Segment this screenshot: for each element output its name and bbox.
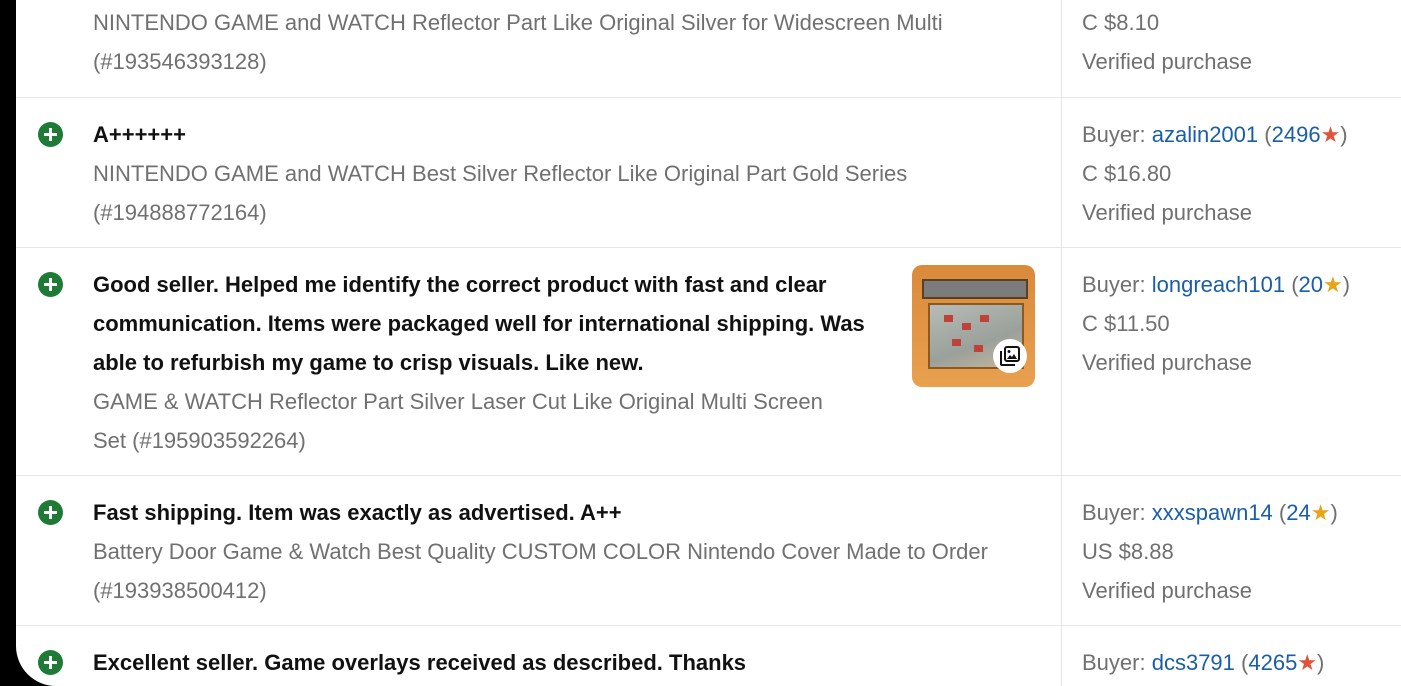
score-open: ( (1264, 122, 1272, 147)
row-divider (16, 247, 1401, 248)
item-number: (#193938500412) (93, 578, 267, 603)
buyer-name-link[interactable]: dcs3791 (1152, 650, 1235, 675)
feedback-comment: A++++++ (93, 122, 186, 147)
buyer-label: Buyer: (1082, 272, 1146, 297)
item-title[interactable]: GAME & WATCH Reflector Part Silver Laser… (93, 382, 823, 421)
feedback-comment: able to refurbish my game to crisp visua… (93, 350, 644, 375)
positive-feedback-icon (38, 272, 63, 297)
item-number: (#193546393128) (93, 49, 267, 74)
buyer-name-link[interactable]: xxxspawn14 (1152, 500, 1273, 525)
verified-purchase: Verified purchase (1082, 200, 1252, 225)
photo-gallery-icon[interactable] (993, 339, 1027, 373)
buyer-score-link[interactable]: 20 (1299, 272, 1323, 297)
row-divider (16, 97, 1401, 98)
row-divider (16, 475, 1401, 476)
item-title[interactable]: NINTENDO GAME and WATCH Best Silver Refl… (93, 154, 907, 193)
item-title[interactable]: NINTENDO GAME and WATCH Reflector Part L… (93, 3, 943, 42)
verified-purchase: Verified purchase (1082, 578, 1252, 603)
buyer-label: Buyer: (1082, 650, 1146, 675)
thumbnail-detail (922, 279, 1028, 299)
feedback-comment: Excellent seller. Game overlays received… (93, 650, 747, 675)
star-icon: ★ (1297, 650, 1318, 675)
buyer-name-link[interactable]: longreach101 (1152, 272, 1285, 297)
buyer-name-link[interactable]: azalin2001 (1152, 122, 1258, 147)
star-icon: ★ (1323, 272, 1343, 297)
feedback-comment: Good seller. Helped me identify the corr… (93, 272, 827, 297)
positive-feedback-icon (38, 500, 63, 525)
column-divider (1061, 0, 1062, 686)
score-close: ) (1330, 500, 1338, 525)
score-close: ) (1340, 122, 1348, 147)
positive-feedback-icon (38, 650, 63, 675)
feedback-photo-thumbnail[interactable] (912, 265, 1035, 387)
item-number: (#194888772164) (93, 200, 267, 225)
feedback-comment: communication. Items were packaged well … (93, 311, 865, 336)
price: C $8.10 (1082, 10, 1160, 35)
score-close: ) (1342, 272, 1351, 297)
item-title[interactable]: Battery Door Game & Watch Best Quality C… (93, 532, 988, 571)
verified-purchase: Verified purchase (1082, 350, 1252, 375)
positive-feedback-icon (38, 122, 63, 147)
buyer-info: Buyer: longreach101 (20★) (1082, 265, 1350, 304)
star-icon: ★ (1320, 122, 1341, 147)
buyer-score-link[interactable]: 24 (1286, 500, 1310, 525)
item-number: Set (#195903592264) (93, 428, 306, 453)
buyer-info: Buyer: azalin2001 (2496★) (1082, 115, 1348, 154)
price: C $16.80 (1082, 161, 1172, 186)
score-close: ) (1317, 650, 1325, 675)
buyer-score-link[interactable]: 4265 (1248, 650, 1297, 675)
buyer-label: Buyer: (1082, 122, 1146, 147)
feedback-comment: Fast shipping. Item was exactly as adver… (93, 500, 622, 525)
price: US $8.88 (1082, 539, 1174, 564)
verified-purchase: Verified purchase (1082, 49, 1252, 74)
row-divider (16, 625, 1401, 626)
score-open: ( (1291, 272, 1299, 297)
buyer-label: Buyer: (1082, 500, 1146, 525)
buyer-info: Buyer: xxxspawn14 (24★) (1082, 493, 1338, 532)
buyer-info: Buyer: dcs3791 (4265★) (1082, 643, 1324, 682)
price: C $11.50 (1082, 311, 1170, 336)
buyer-score-link[interactable]: 2496 (1272, 122, 1321, 147)
feedback-list: NINTENDO GAME and WATCH Reflector Part L… (16, 0, 1401, 686)
star-icon: ★ (1310, 500, 1331, 525)
